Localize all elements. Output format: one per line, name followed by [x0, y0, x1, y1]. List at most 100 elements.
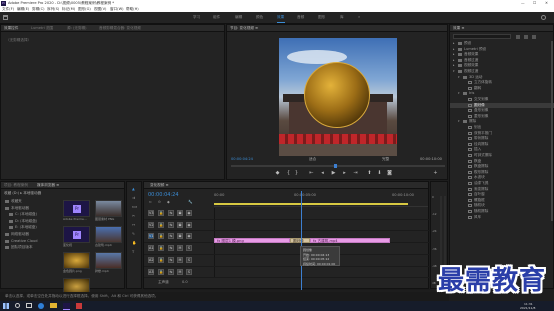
track-lock-icon[interactable]: 🔒	[158, 268, 164, 275]
media-tree-item[interactable]: Creative Cloud	[1, 239, 61, 245]
track-lock-icon[interactable]: 🔒	[158, 210, 164, 216]
media-tree-item[interactable]: 网络驱动器	[1, 232, 61, 238]
media-tree-item[interactable]: C: (本地磁盘)	[1, 212, 61, 218]
mute-icon[interactable]: M	[177, 268, 183, 275]
workspace-effects[interactable]: 效果	[277, 15, 284, 20]
razor-tool-icon[interactable]: ✂	[132, 214, 135, 219]
premiere-taskbar-icon[interactable]	[63, 302, 70, 310]
work-area-bar[interactable]	[214, 203, 408, 205]
media-browser-location[interactable]: 收藏 (D:) ▸ 本地驱动器	[4, 191, 41, 196]
step-back-icon[interactable]: ◂	[320, 171, 325, 176]
sync-lock-icon[interactable]: ⇆	[168, 221, 174, 228]
effects-scrollbar[interactable]	[551, 41, 553, 221]
track-name[interactable]: V3	[148, 210, 154, 216]
more-workspaces-icon[interactable]: »	[358, 15, 360, 20]
media-thumbnail[interactable]: Pr	[63, 200, 90, 217]
sync-lock-icon[interactable]: ⇆	[168, 245, 174, 252]
timeline-timecode[interactable]: 00:00:04:24	[148, 193, 179, 198]
program-monitor-title[interactable]: 节目: 变化视频 ≡	[230, 26, 258, 31]
disclosure-triangle-icon[interactable]: ▸	[453, 58, 455, 62]
media-tree-item[interactable]: D: (本地磁盘)	[1, 219, 61, 225]
edge-browser-icon[interactable]	[38, 303, 44, 309]
workspace-libraries[interactable]: 库	[340, 15, 344, 20]
tab-source[interactable]: 源: (无剪辑)	[67, 26, 87, 31]
toggle-output-icon[interactable]: ▣	[177, 210, 183, 216]
mark-in-icon[interactable]: {	[286, 171, 291, 176]
add-marker-timeline-icon[interactable]: ◆	[167, 200, 170, 205]
ripple-edit-tool-icon[interactable]: ⟺	[132, 205, 137, 210]
track-lock-icon[interactable]: 🔒	[158, 256, 164, 263]
track-name[interactable]: V2	[148, 221, 154, 228]
media-thumbnail[interactable]	[63, 252, 90, 269]
go-to-in-icon[interactable]: ⇤	[309, 171, 314, 176]
media-thumbnail[interactable]	[95, 226, 122, 243]
disclosure-triangle-icon[interactable]: ▸	[453, 53, 455, 56]
32bit-effects-icon[interactable]	[524, 35, 528, 39]
sync-lock-icon[interactable]: ⇆	[168, 268, 174, 275]
go-to-out-icon[interactable]: ⇥	[353, 171, 358, 176]
play-icon[interactable]: ▶	[331, 171, 336, 176]
media-tree-item[interactable]: 收藏夹	[1, 199, 61, 205]
eye-icon[interactable]: ◉	[186, 210, 192, 216]
disclosure-triangle-icon[interactable]: ▾	[458, 120, 460, 123]
sync-lock-icon[interactable]: ⇆	[168, 233, 174, 240]
media-thumbnail[interactable]: Pr	[63, 226, 90, 243]
mute-icon[interactable]: M	[177, 256, 183, 263]
master-volume-value[interactable]: 0.0	[182, 281, 188, 285]
sequence-tab[interactable]: 变化视频 ≡	[150, 183, 169, 188]
lift-icon[interactable]: ⬆	[367, 171, 372, 176]
media-tree-item[interactable]: 团队项目版本	[1, 245, 61, 251]
tab-audio-clip-mixer[interactable]: 音频剪辑混合器: 变化视频	[99, 26, 141, 31]
home-icon[interactable]	[3, 15, 8, 20]
timeline-track[interactable]: V3 🔒 ⇆ ▣ ◉	[144, 208, 430, 220]
slip-tool-icon[interactable]: ↔	[132, 223, 135, 228]
taskbar-search-icon[interactable]	[15, 303, 20, 308]
selection-tool-icon[interactable]: ▲	[132, 187, 135, 192]
minimize-button[interactable]: —	[521, 1, 525, 6]
sync-lock-icon[interactable]: ⇆	[168, 210, 174, 216]
clip-graphic[interactable]: fx 图层1 模.png	[214, 238, 290, 243]
file-explorer-icon[interactable]	[50, 303, 57, 308]
timeline-track[interactable]: A1 🔒 ⇆ M S	[144, 243, 430, 255]
mark-out-icon[interactable]: }	[294, 171, 299, 176]
eye-icon[interactable]: ◉	[186, 221, 192, 228]
pen-tool-icon[interactable]: ✎	[132, 232, 135, 237]
timeline-track[interactable]: A3 🔒 ⇆ M S	[144, 266, 430, 279]
taskbar-app-icon[interactable]	[76, 303, 82, 309]
eye-icon[interactable]: ◉	[186, 233, 192, 240]
disclosure-triangle-icon[interactable]: ▸	[453, 64, 455, 67]
timeline-track[interactable]: V2 🔒 ⇆ ▣ ◉	[144, 219, 430, 232]
workspace-graphics[interactable]: 图形	[318, 15, 325, 20]
effects-search-input[interactable]	[453, 34, 511, 39]
accelerated-effects-icon[interactable]	[516, 35, 520, 39]
media-tree-item[interactable]: E: (本地磁盘)	[1, 225, 61, 231]
master-track[interactable]: 主声道 0.0	[144, 278, 430, 290]
track-lock-icon[interactable]: 🔒	[158, 221, 164, 228]
disclosure-triangle-icon[interactable]: ▸	[453, 47, 455, 51]
program-scrubber[interactable]	[231, 165, 445, 167]
workspace-audio[interactable]: 音频	[297, 15, 304, 20]
program-video-frame[interactable]	[279, 38, 397, 156]
extract-icon[interactable]: ⬇	[377, 171, 382, 176]
wrench-icon[interactable]: 🔧	[188, 200, 192, 205]
track-name[interactable]: A3	[148, 268, 154, 275]
disclosure-triangle-icon[interactable]: ▾	[453, 70, 455, 73]
workspace-color[interactable]: 颜色	[256, 15, 263, 20]
add-marker-icon[interactable]: ◆	[275, 171, 280, 176]
track-name[interactable]: A2	[148, 256, 154, 263]
linked-selection-icon[interactable]: ⊙	[158, 200, 161, 205]
disclosure-triangle-icon[interactable]: ▸	[453, 42, 455, 45]
export-frame-icon[interactable]: ◙	[387, 171, 392, 176]
tab-project[interactable]: 项目: 教程案例	[4, 183, 28, 188]
disclosure-triangle-icon[interactable]: ▾	[458, 92, 460, 95]
program-timecode[interactable]: 00:00:04:24	[231, 157, 253, 162]
timeline-ruler[interactable]: 00:00 00:00:05:00 00:00:10:00	[214, 191, 428, 207]
tab-lumetri-scopes[interactable]: Lumetri 范围	[31, 26, 53, 31]
close-button[interactable]: ✕	[545, 1, 548, 6]
fit-dropdown[interactable]: 适合	[309, 157, 316, 162]
track-select-tool-icon[interactable]: ⇉	[132, 196, 135, 201]
clip-video[interactable]: fx 古建筑.mp4	[310, 238, 390, 243]
effect-tree-item[interactable]: 风车	[450, 215, 554, 221]
quality-dropdown[interactable]: 完整	[382, 157, 389, 162]
transition-iris-round[interactable]: 圆划像	[290, 238, 310, 243]
